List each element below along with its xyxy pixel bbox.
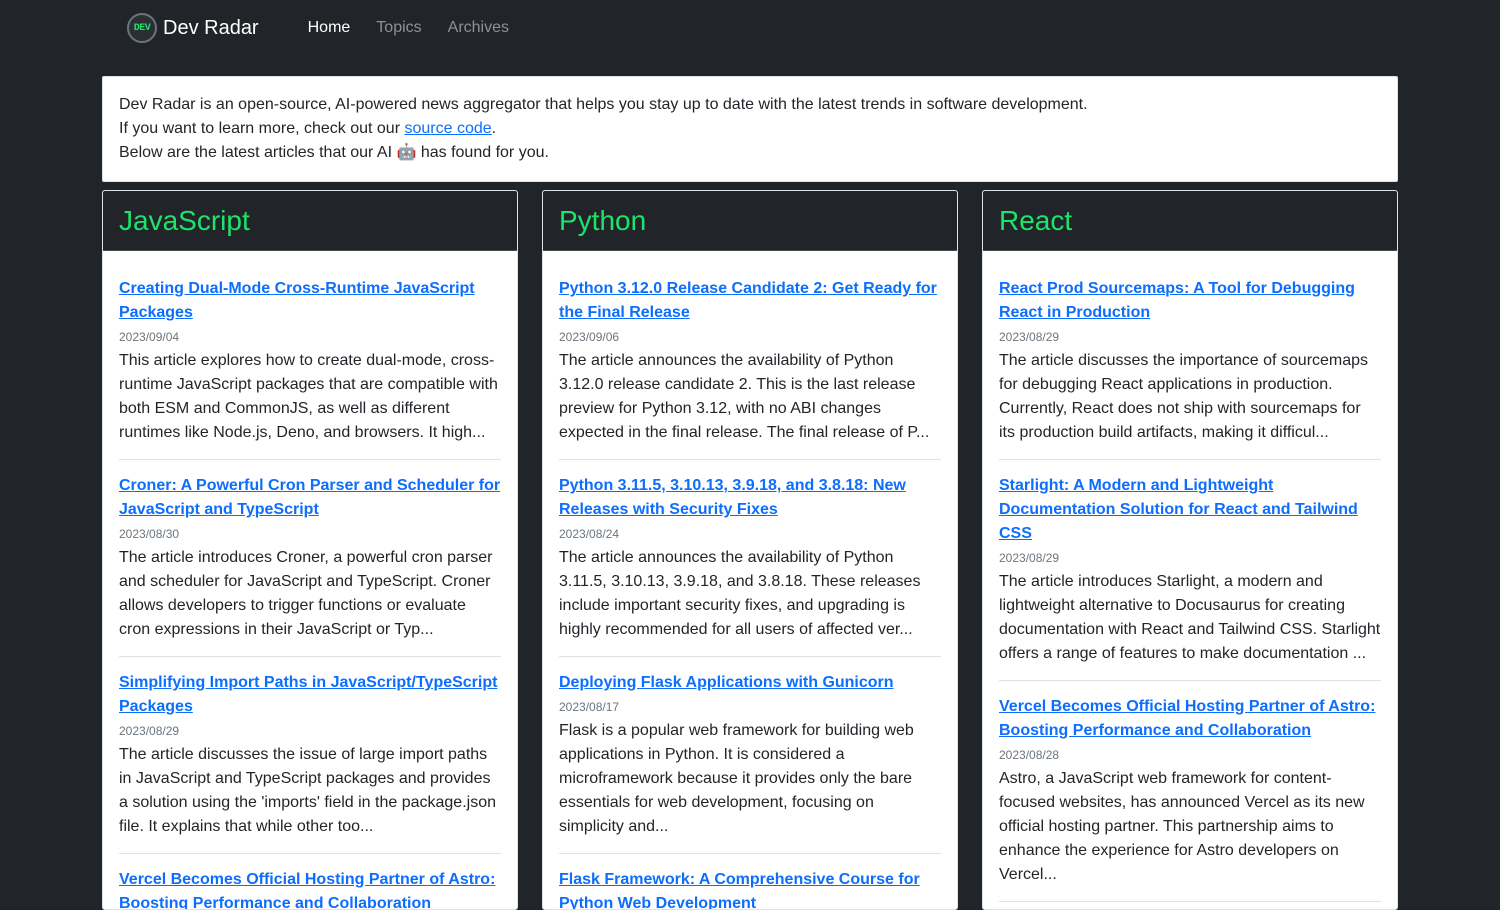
article-summary: Flask is a popular web framework for bui… <box>559 722 914 835</box>
nav-link-home[interactable]: Home <box>308 19 351 37</box>
dev-logo-icon: DEV <box>127 13 157 43</box>
column-title: JavaScript <box>119 204 250 236</box>
brand-name: Dev Radar <box>163 16 259 39</box>
article-summary: The article discusses the issue of large… <box>119 746 496 835</box>
article-item: Simplifying Import Paths in JavaScript/T… <box>119 671 501 854</box>
article-list: Python 3.12.0 Release Candidate 2: Get R… <box>543 251 957 909</box>
nav-link-topics[interactable]: Topics <box>376 19 421 37</box>
article-summary: The article discusses the importance of … <box>999 352 1369 441</box>
article-title-link[interactable]: Python 3.11.5, 3.10.13, 3.9.18, and 3.8.… <box>559 474 941 522</box>
intro-line-2: If you want to learn more, check out our… <box>119 117 1381 141</box>
intro-line-3: Below are the latest articles that our A… <box>119 144 549 161</box>
nav-link-archives[interactable]: Archives <box>448 19 509 37</box>
top-navbar: DEV Dev Radar Home Topics Archives <box>0 0 1500 56</box>
article-item: Creating Dual-Mode Cross-Runtime JavaScr… <box>119 277 501 460</box>
article-date: 2023/08/29 <box>119 724 180 738</box>
column-header: JavaScript <box>103 191 517 251</box>
article-item: Flask Framework: A Comprehensive Course … <box>559 868 941 909</box>
nav-links: Home Topics Archives <box>308 19 535 37</box>
article-item: Croner: A Powerful Cron Parser and Sched… <box>119 474 501 657</box>
article-date: 2023/08/17 <box>559 700 620 714</box>
article-title-link[interactable]: Vercel Becomes Official Hosting Partner … <box>999 695 1381 743</box>
article-title-link[interactable]: Python 3.12.0 Release Candidate 2: Get R… <box>559 277 941 325</box>
article-title-link[interactable]: Flask Framework: A Comprehensive Course … <box>559 868 941 909</box>
article-date: 2023/08/29 <box>999 551 1060 565</box>
column-header: React <box>983 191 1397 251</box>
article-item: Vercel Becomes Official Hosting Partner … <box>119 868 501 909</box>
article-date: 2023/08/30 <box>119 527 180 541</box>
article-item: Python 3.12.0 Release Candidate 2: Get R… <box>559 277 941 460</box>
article-summary: The article introduces Croner, a powerfu… <box>119 549 493 638</box>
article-title-link[interactable]: React Prod Sourcemaps: A Tool for Debugg… <box>999 277 1381 325</box>
article-title-link[interactable]: Simplifying Import Paths in JavaScript/T… <box>119 671 501 719</box>
column-title: Python <box>559 204 647 236</box>
article-item: Python 3.11.5, 3.10.13, 3.9.18, and 3.8.… <box>559 474 941 657</box>
intro-panel: Dev Radar is an open-source, AI-powered … <box>102 76 1398 182</box>
intro-line-1: Dev Radar is an open-source, AI-powered … <box>119 96 1088 113</box>
article-summary: Astro, a JavaScript web framework for co… <box>999 770 1365 883</box>
article-list: React Prod Sourcemaps: A Tool for Debugg… <box>983 251 1397 902</box>
topic-column-python: Python Python 3.12.0 Release Candidate 2… <box>542 190 958 910</box>
article-item: Starlight: A Modern and Lightweight Docu… <box>999 474 1381 681</box>
article-title-link[interactable]: Croner: A Powerful Cron Parser and Sched… <box>119 474 501 522</box>
source-code-link[interactable]: source code <box>404 120 491 137</box>
article-title-link[interactable]: Creating Dual-Mode Cross-Runtime JavaScr… <box>119 277 501 325</box>
article-date: 2023/09/04 <box>119 330 180 344</box>
intro-line-2-suffix: . <box>491 120 497 137</box>
article-list: Creating Dual-Mode Cross-Runtime JavaScr… <box>103 251 517 909</box>
article-summary: The article announces the availability o… <box>559 549 921 638</box>
article-item: Vercel Becomes Official Hosting Partner … <box>999 695 1381 902</box>
topic-column-react: React React Prod Sourcemaps: A Tool for … <box>982 190 1398 910</box>
column-header: Python <box>543 191 957 251</box>
article-date: 2023/08/24 <box>559 527 620 541</box>
topic-column-javascript: JavaScript Creating Dual-Mode Cross-Runt… <box>102 190 518 910</box>
intro-line-2-prefix: If you want to learn more, check out our <box>119 120 405 137</box>
column-title: React <box>999 204 1073 236</box>
article-item: React Prod Sourcemaps: A Tool for Debugg… <box>999 277 1381 460</box>
article-title-link[interactable]: Starlight: A Modern and Lightweight Docu… <box>999 474 1381 546</box>
article-title-link[interactable]: Vercel Becomes Official Hosting Partner … <box>119 868 501 909</box>
article-date: 2023/08/29 <box>999 330 1060 344</box>
article-title-link[interactable]: Deploying Flask Applications with Gunico… <box>559 671 941 695</box>
article-summary: The article introduces Starlight, a mode… <box>999 573 1381 662</box>
article-date: 2023/08/28 <box>999 748 1060 762</box>
article-summary: This article explores how to create dual… <box>119 352 498 441</box>
article-item: Deploying Flask Applications with Gunico… <box>559 671 941 854</box>
article-summary: The article announces the availability o… <box>559 352 930 441</box>
brand-link[interactable]: DEV Dev Radar <box>127 13 259 43</box>
article-date: 2023/09/06 <box>559 330 620 344</box>
